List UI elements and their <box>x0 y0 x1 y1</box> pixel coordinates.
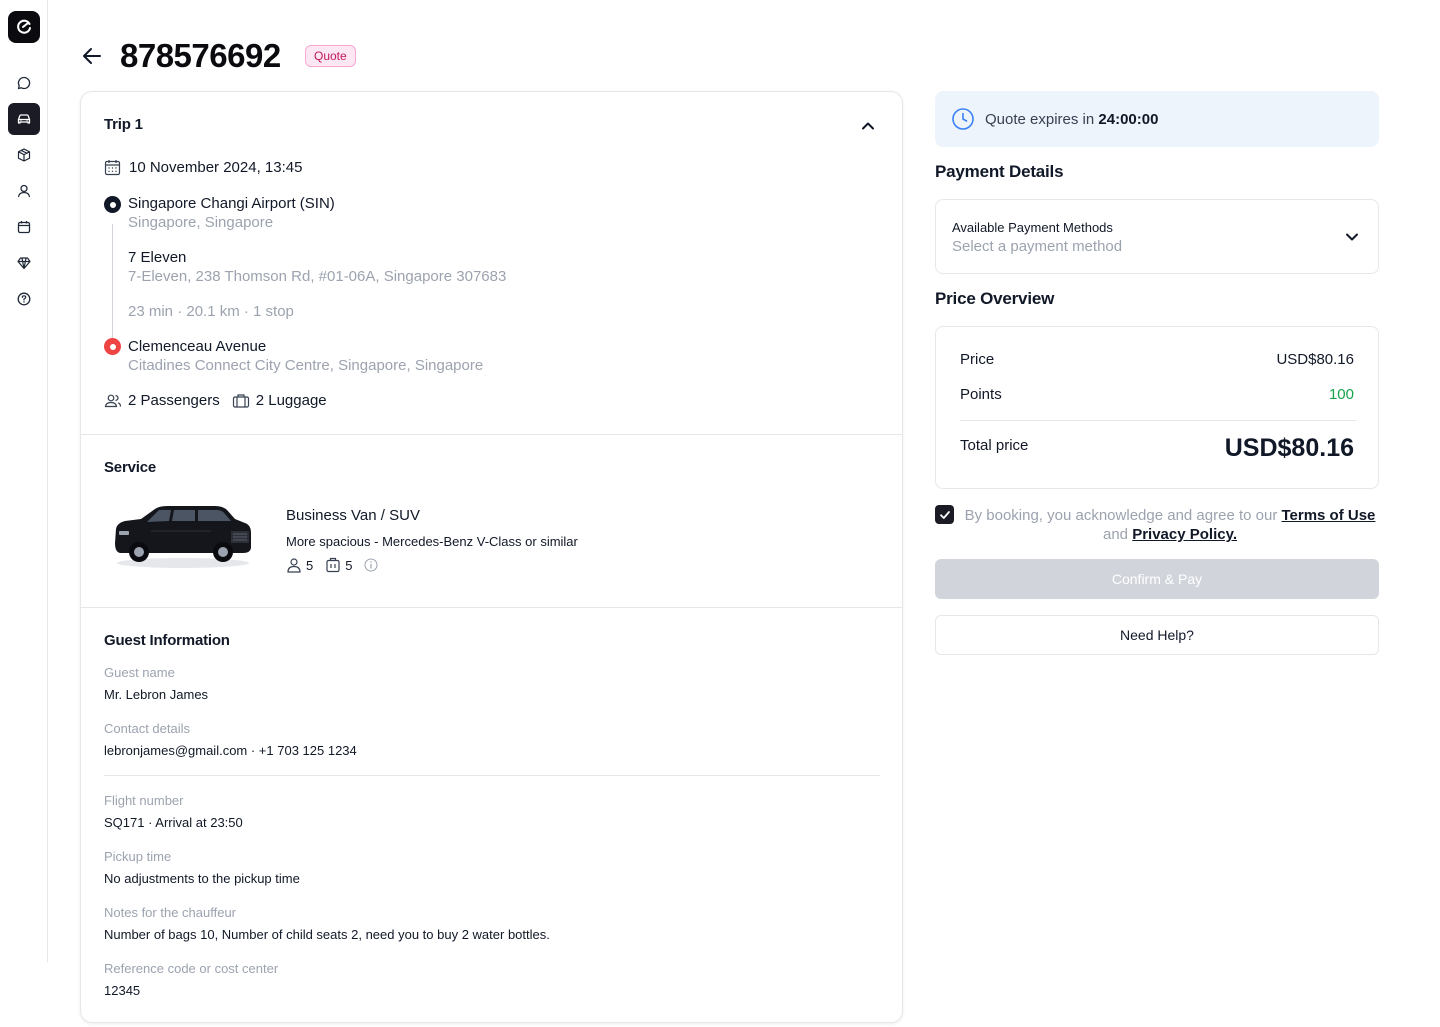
back-button[interactable] <box>80 44 104 68</box>
calendar-icon <box>104 160 121 176</box>
dropoff-address: Citadines Connect City Centre, Singapore… <box>128 357 484 374</box>
guest-name-value: Mr. Lebron James <box>104 687 209 702</box>
need-help-button[interactable]: Need Help? <box>935 615 1379 655</box>
help-icon <box>17 292 31 306</box>
luggage-text: 2 Luggage <box>255 392 327 409</box>
dropoff-name: Clemenceau Avenue <box>128 338 267 355</box>
dropoff-marker-icon <box>104 338 121 355</box>
payment-methods-label: Available Payment Methods <box>952 220 1113 235</box>
pickup-address: Singapore, Singapore <box>128 214 274 231</box>
price-overview-card: Price USD$80.16 Points 100 Total price U… <box>935 326 1379 489</box>
payment-method-select[interactable]: Available Payment Methods Select a payme… <box>935 199 1379 274</box>
confirm-pay-button[interactable]: Confirm & Pay <box>935 559 1379 599</box>
sidebar-item-calendar[interactable] <box>8 211 40 243</box>
collapse-trip-button[interactable] <box>858 116 878 136</box>
price-divider <box>960 420 1356 421</box>
sidebar-item-profile[interactable] <box>8 175 40 207</box>
box-icon <box>17 148 31 162</box>
flight-value: SQ171 · Arrival at 23:50 <box>104 815 243 830</box>
trip-title: Trip 1 <box>104 116 143 133</box>
service-description: More spacious - Mercedes-Benz V-Class or… <box>286 534 578 549</box>
sidebar-item-packages[interactable] <box>8 139 40 171</box>
pickup-marker-icon <box>104 196 121 213</box>
luggage-icon <box>232 393 249 408</box>
passengers-text: 2 Passengers <box>128 392 220 409</box>
price-label: Price <box>960 351 995 368</box>
guest-divider <box>104 775 880 776</box>
pickup-time-label: Pickup time <box>104 849 172 864</box>
terms-lead-text: By booking, you acknowledge and agree to… <box>964 507 1278 524</box>
passengers-icon <box>104 394 122 407</box>
car-icon <box>17 114 31 124</box>
service-capacity: 5 5 <box>286 557 378 573</box>
payment-placeholder: Select a payment method <box>952 238 1123 255</box>
payment-title: Payment Details <box>935 162 1064 181</box>
sidebar-item-chat[interactable] <box>8 67 40 99</box>
total-label: Total price <box>960 437 1029 454</box>
max-passengers: 5 <box>306 557 314 573</box>
trip-datetime: 10 November 2024, 13:45 <box>104 159 302 176</box>
arrow-left-icon <box>83 48 101 64</box>
route-line <box>112 224 113 342</box>
clock-icon <box>952 108 974 130</box>
service-name: Business Van / SUV <box>286 507 420 524</box>
luggage-icon <box>326 557 340 573</box>
price-title: Price Overview <box>935 289 1055 308</box>
stop-name: 7 Eleven <box>128 249 187 266</box>
terms-of-use-link[interactable]: Terms of Use <box>1281 507 1375 524</box>
terms-and-text: and <box>1103 526 1129 543</box>
sidebar <box>0 0 48 962</box>
pickup-name: Singapore Changi Airport (SIN) <box>128 195 335 212</box>
diamond-icon <box>17 257 31 270</box>
expiry-time: 24:00:00 <box>1098 110 1159 128</box>
notes-value: Number of bags 10, Number of child seats… <box>104 927 550 942</box>
max-luggage: 5 <box>345 557 353 573</box>
service-title: Service <box>104 459 156 476</box>
section-divider <box>81 607 902 608</box>
section-divider <box>81 434 902 435</box>
price-value: USD$80.16 <box>1276 351 1354 368</box>
expiry-label: Quote expires in <box>985 110 1095 128</box>
guest-title: Guest Information <box>104 632 230 649</box>
vehicle-image <box>115 506 251 568</box>
privacy-policy-link[interactable]: Privacy Policy. <box>1132 526 1237 543</box>
stop-address: 7-Eleven, 238 Thomson Rd, #01-06A, Singa… <box>128 268 507 285</box>
chat-icon <box>17 76 31 90</box>
sidebar-item-rides[interactable] <box>8 103 40 135</box>
logo-icon <box>17 19 31 34</box>
terms-text: By booking, you acknowledge and agree to… <box>961 506 1379 544</box>
route-summary: 23 min · 20.1 km · 1 stop <box>128 303 294 320</box>
trip-datetime-text: 10 November 2024, 13:45 <box>129 159 303 176</box>
terms-checkbox[interactable] <box>935 505 954 524</box>
info-icon[interactable] <box>364 558 378 572</box>
guest-name-label: Guest name <box>104 665 175 680</box>
passenger-icon <box>287 558 301 573</box>
quote-expiry-banner: Quote expires in 24:00:00 <box>935 91 1379 147</box>
reference-value: 12345 <box>104 983 141 998</box>
sidebar-item-help[interactable] <box>8 283 40 315</box>
app-logo[interactable] <box>8 11 40 43</box>
calendar-icon <box>17 221 31 234</box>
contact-label: Contact details <box>104 721 190 736</box>
points-label: Points <box>960 386 1002 403</box>
status-badge: Quote <box>305 45 356 67</box>
notes-label: Notes for the chauffeur <box>104 905 237 920</box>
user-icon <box>17 184 31 198</box>
sidebar-item-rewards[interactable] <box>8 247 40 279</box>
trip-details-card: Trip 1 10 November 2024, 13:45 Singapore… <box>80 91 903 1023</box>
expiry-text: Quote expires in 24:00:00 <box>985 111 1158 128</box>
total-value: USD$80.16 <box>1224 434 1354 462</box>
trip-capacity: 2 Passengers 2 Luggage <box>104 392 327 409</box>
flight-label: Flight number <box>104 793 184 808</box>
chevron-down-icon <box>1346 233 1358 241</box>
chevron-up-icon <box>862 122 874 130</box>
points-value: 100 <box>1328 386 1354 403</box>
pickup-time-value: No adjustments to the pickup time <box>104 871 300 886</box>
check-icon <box>939 510 950 519</box>
contact-value: lebronjames@gmail.com · +1 703 125 1234 <box>104 743 357 758</box>
reference-label: Reference code or cost center <box>104 961 279 976</box>
page-title: 878576692 <box>120 37 281 74</box>
